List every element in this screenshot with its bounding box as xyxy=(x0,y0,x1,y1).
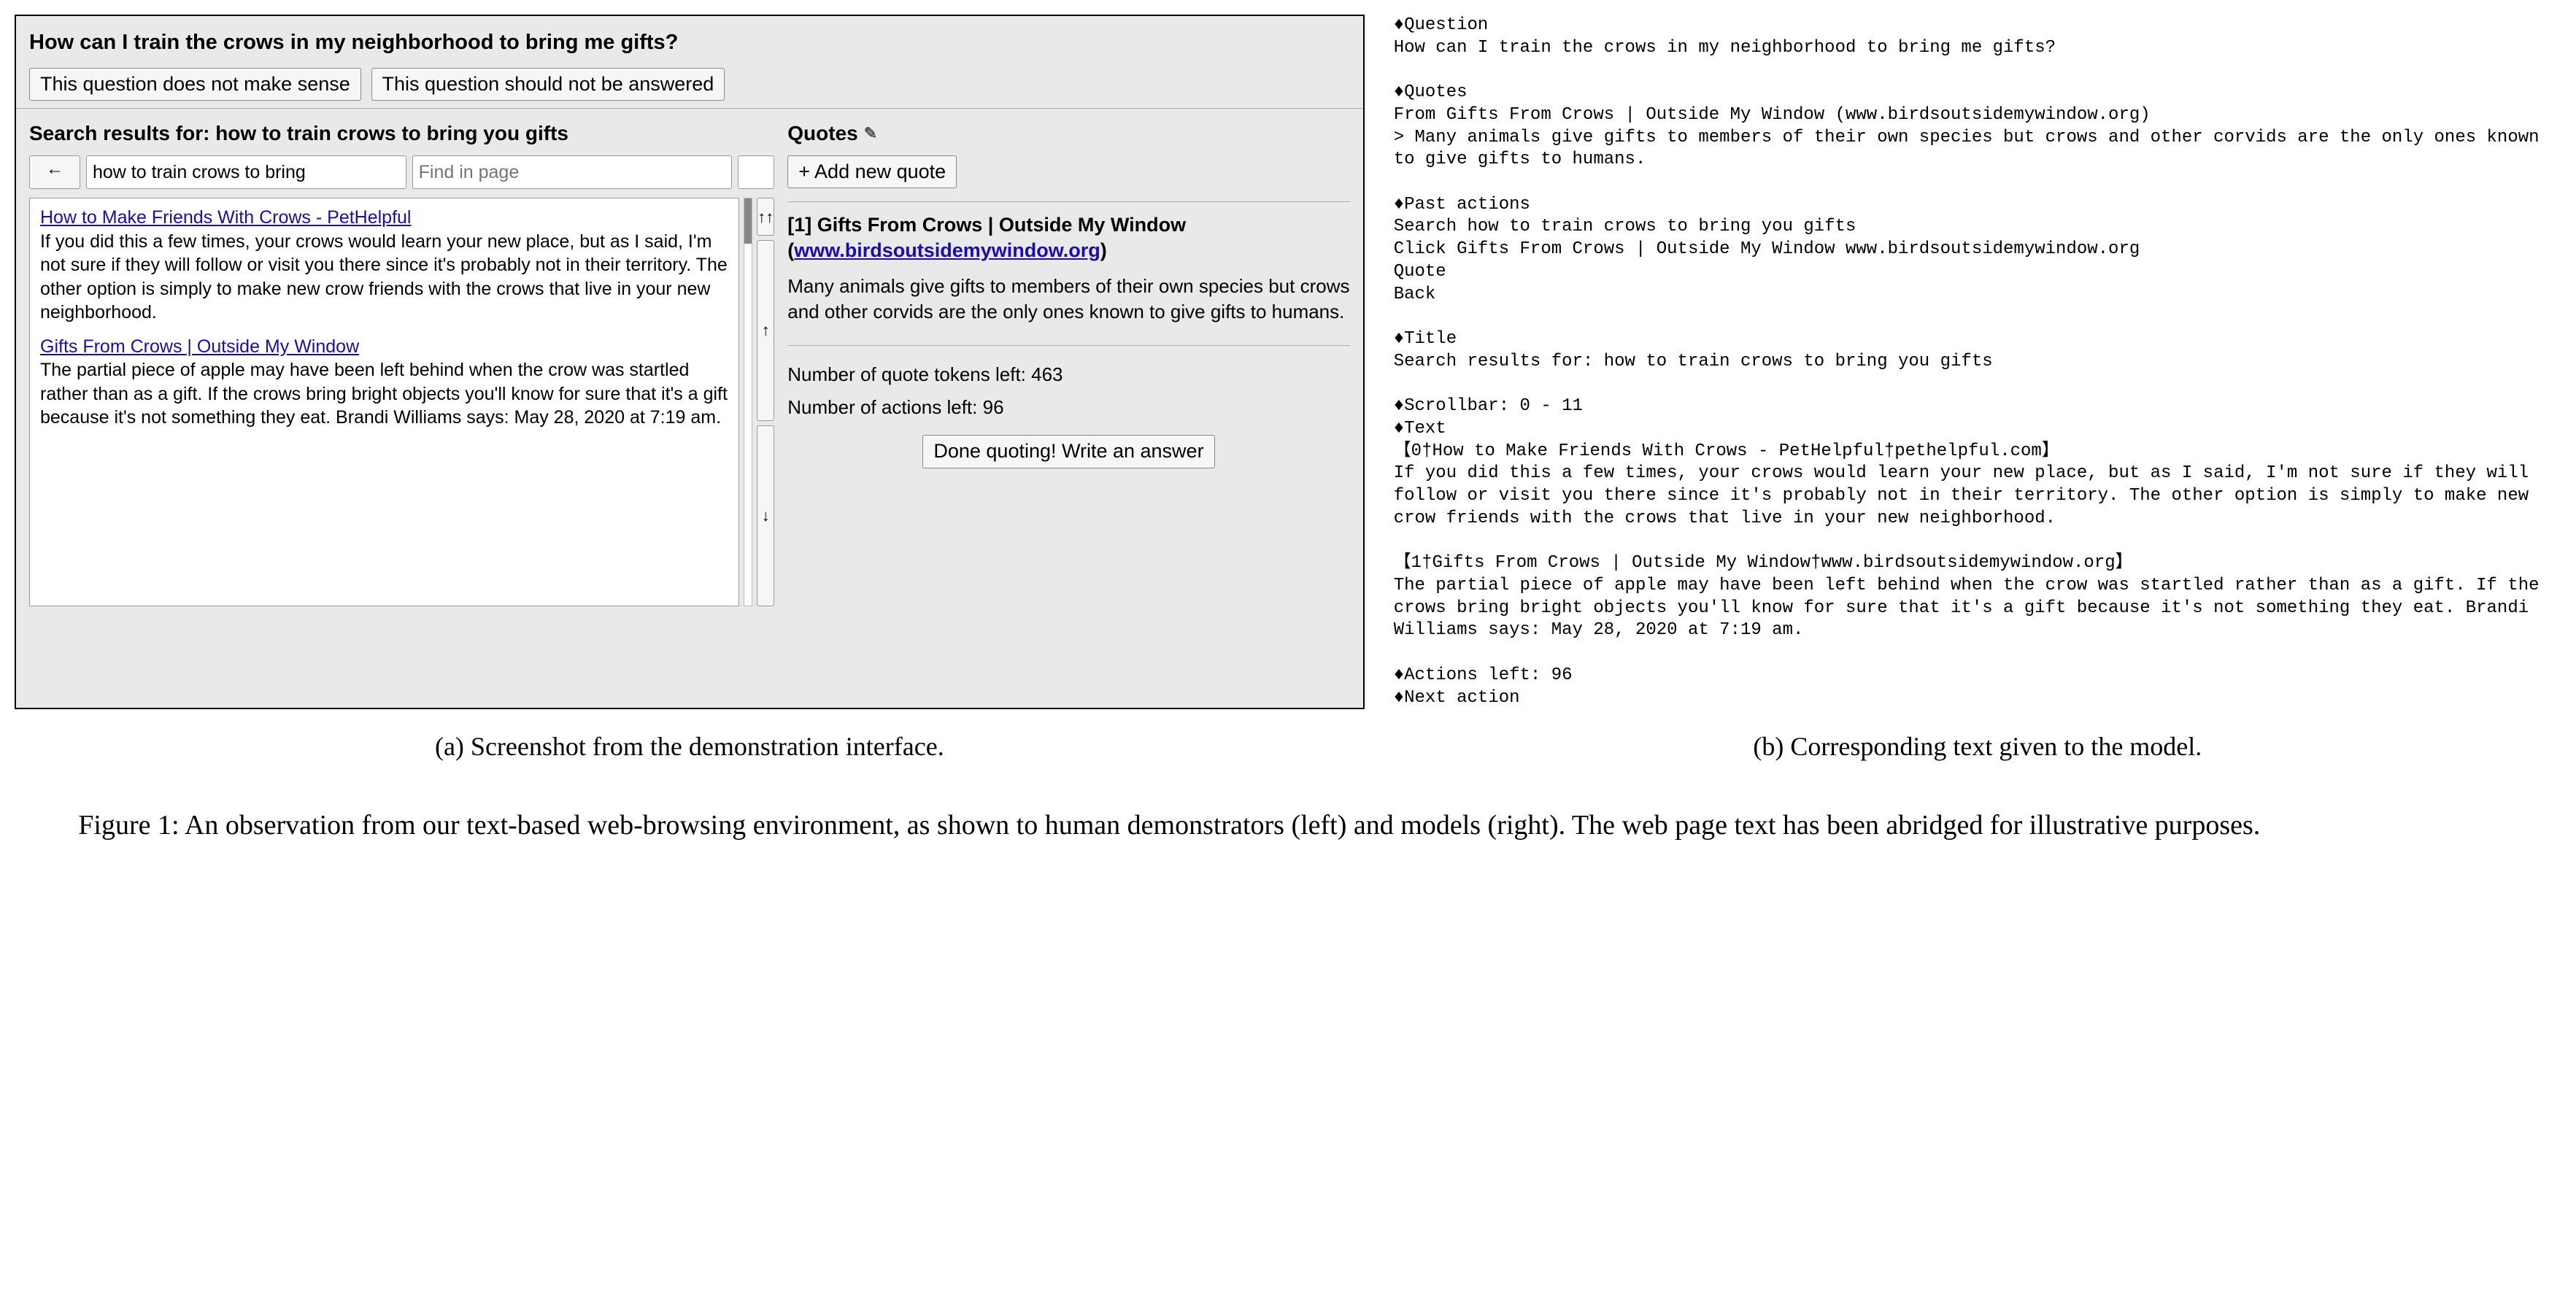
tokens-left: Number of quote tokens left: 463 xyxy=(787,363,1349,386)
quote-title: [1] Gifts From Crows | Outside My Window… xyxy=(787,212,1349,263)
no-sense-button[interactable]: This question does not make sense xyxy=(29,68,361,101)
pencil-icon: ✎ xyxy=(864,124,877,143)
question-header: How can I train the crows in my neighbor… xyxy=(29,31,1350,55)
quotes-header: Quotes ✎ xyxy=(787,122,1349,145)
add-quote-row: + Add new quote xyxy=(787,155,1349,188)
search-results-query: how to train crows to bring you gifts xyxy=(215,122,568,144)
question-flag-buttons: This question does not make sense This q… xyxy=(29,68,1350,101)
divider xyxy=(16,108,1363,109)
page-down-button[interactable]: ↓ xyxy=(757,425,774,606)
subcaption-a: (a) Screenshot from the demonstration in… xyxy=(15,731,1365,762)
page-nav-buttons: ↑↑ ↑ ↓ xyxy=(757,198,774,606)
search-input[interactable] xyxy=(86,155,406,189)
search-results-header: Search results for: how to train crows t… xyxy=(29,122,774,145)
search-results-prefix: Search results for: xyxy=(29,122,215,144)
blank-box xyxy=(738,155,774,189)
add-quote-button[interactable]: + Add new quote xyxy=(787,155,957,188)
divider xyxy=(787,201,1349,202)
done-row: Done quoting! Write an answer xyxy=(787,435,1349,468)
search-result: Gifts From Crows | Outside My Window The… xyxy=(40,335,728,430)
search-toolbar: ← xyxy=(29,155,774,189)
results-list: How to Make Friends With Crows - PetHelp… xyxy=(29,198,739,606)
search-column: Search results for: how to train crows t… xyxy=(29,119,774,606)
divider xyxy=(787,345,1349,346)
back-button[interactable]: ← xyxy=(29,155,80,189)
quotes-column: Quotes ✎ + Add new quote [1] Gifts From … xyxy=(787,119,1349,606)
page-up-button[interactable]: ↑ xyxy=(757,240,774,421)
result-link[interactable]: How to Make Friends With Crows - PetHelp… xyxy=(40,207,411,228)
result-snippet: The partial piece of apple may have been… xyxy=(40,360,728,428)
actions-left-label: Number of actions left: xyxy=(787,396,982,418)
actions-left-value: 96 xyxy=(983,396,1004,418)
scrollbar-thumb[interactable] xyxy=(744,198,752,244)
figure-caption: Figure 1: An observation from our text-b… xyxy=(78,806,2498,846)
figure-body: How can I train the crows in my neighbor… xyxy=(15,15,2561,709)
done-quoting-button[interactable]: Done quoting! Write an answer xyxy=(922,435,1214,468)
page-top-button[interactable]: ↑↑ xyxy=(757,198,774,236)
quote-body: Many animals give gifts to members of th… xyxy=(787,274,1349,325)
quote-source-link[interactable]: www.birdsoutsidemywindow.org xyxy=(794,239,1100,261)
find-in-page-input[interactable] xyxy=(412,155,733,189)
subcaption-b: (b) Corresponding text given to the mode… xyxy=(1394,731,2561,762)
search-result: How to Make Friends With Crows - PetHelp… xyxy=(40,206,728,325)
results-area: How to Make Friends With Crows - PetHelp… xyxy=(29,198,774,606)
quotes-header-text: Quotes xyxy=(787,122,857,145)
main-columns: Search results for: how to train crows t… xyxy=(29,119,1350,606)
subcaptions-row: (a) Screenshot from the demonstration in… xyxy=(15,731,2561,762)
tokens-left-label: Number of quote tokens left: xyxy=(787,363,1031,385)
tokens-left-value: 463 xyxy=(1031,363,1063,385)
no-answer-button[interactable]: This question should not be answered xyxy=(371,68,725,101)
scrollbar[interactable] xyxy=(744,198,752,606)
actions-left: Number of actions left: 96 xyxy=(787,396,1349,419)
result-snippet: If you did this a few times, your crows … xyxy=(40,231,728,323)
result-link[interactable]: Gifts From Crows | Outside My Window xyxy=(40,336,359,357)
demo-interface-screenshot: How can I train the crows in my neighbor… xyxy=(15,15,1365,709)
model-text-observation: ♦Question How can I train the crows in m… xyxy=(1394,15,2561,709)
quote-title-suffix: ) xyxy=(1100,239,1107,261)
